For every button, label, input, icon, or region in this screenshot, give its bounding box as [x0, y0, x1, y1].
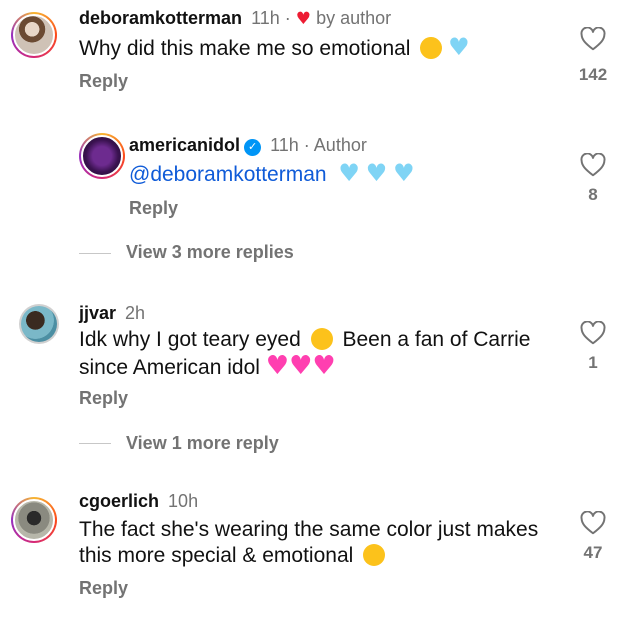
comment-text: The fact she's wearing the same color ju…	[79, 518, 539, 567]
red-heart-icon: ♥	[295, 9, 312, 29]
timestamp: 11h	[270, 135, 299, 155]
comment-deboramkotterman: deboramkotterman 11h · ♥ by author Why d…	[0, 0, 634, 100]
pleading-face-emoji-icon	[310, 328, 333, 350]
rofl-emoji-icon	[417, 33, 446, 63]
avatar[interactable]	[79, 133, 125, 179]
like-count: 142	[578, 65, 608, 84]
separator-dot: ·	[303, 135, 310, 155]
heart-outline-icon	[580, 153, 606, 177]
like-button[interactable]: 8	[569, 153, 617, 205]
like-button[interactable]: 47	[569, 511, 617, 563]
reply-button[interactable]: Reply	[79, 388, 128, 409]
view-more-replies-button[interactable]: View 1 more reply	[126, 433, 279, 454]
username[interactable]: americanidol	[129, 135, 240, 155]
comment-meta: jjvar 2h	[79, 303, 145, 324]
author-like-tag: by author	[316, 8, 392, 28]
verified-badge-icon: ✓	[244, 139, 262, 156]
light-blue-heart-icon: ♥	[393, 159, 415, 187]
comment-meta: americanidol ✓ 11h · Author	[129, 135, 367, 156]
reply-button[interactable]: Reply	[79, 578, 128, 599]
pink-heart-icon: ♥	[312, 351, 336, 381]
author-tag: Author	[313, 135, 367, 155]
avatar[interactable]	[11, 12, 57, 58]
pink-heart-icon: ♥	[265, 351, 290, 381]
username[interactable]: deboramkotterman	[79, 8, 242, 28]
timestamp: 2h	[125, 303, 146, 323]
pink-heart-icon: ♥	[289, 351, 313, 381]
like-count: 47	[583, 543, 603, 562]
crying-face-emoji-icon	[363, 544, 386, 566]
comment-text: @deboramkotterman ♥ ♥ ♥	[129, 160, 415, 188]
like-count: 1	[588, 353, 598, 372]
light-blue-heart-icon: ♥	[448, 33, 470, 61]
mention-link[interactable]: @deboramkotterman	[129, 163, 327, 186]
heart-outline-icon	[580, 27, 606, 51]
timestamp: 10h	[168, 491, 199, 511]
like-count: 8	[588, 185, 598, 204]
light-blue-heart-icon: ♥	[365, 159, 388, 187]
comment-text: Why did this make me so emotional ♥	[79, 33, 470, 63]
like-button[interactable]: 1	[569, 321, 617, 373]
comment-jjvar: jjvar 2h Idk why I got teary eyed Been a…	[0, 295, 634, 415]
light-blue-heart-icon: ♥	[338, 159, 360, 187]
avatar[interactable]	[19, 304, 59, 344]
view-more-replies-button[interactable]: View 3 more replies	[126, 242, 294, 263]
avatar[interactable]	[11, 497, 57, 543]
comment-cgoerlich: cgoerlich 10h The fact she's wearing the…	[0, 484, 634, 614]
reply-button[interactable]: Reply	[129, 198, 178, 219]
like-button[interactable]: 142	[569, 27, 617, 85]
username[interactable]: jjvar	[79, 303, 116, 323]
username[interactable]: cgoerlich	[79, 491, 159, 511]
separator-dot: ·	[284, 8, 291, 28]
view-more-line	[79, 253, 111, 254]
view-more-line	[79, 443, 111, 444]
comment-meta: cgoerlich 10h	[79, 491, 198, 512]
comment-meta: deboramkotterman 11h · ♥ by author	[79, 8, 391, 29]
heart-outline-icon	[580, 321, 606, 345]
timestamp: 11h	[251, 8, 280, 28]
comment-text: Idk why I got teary eyed Been a fan of C…	[79, 328, 531, 381]
heart-outline-icon	[580, 511, 606, 535]
reply-button[interactable]: Reply	[79, 71, 128, 92]
reply-americanidol: americanidol ✓ 11h · Author @deboramkotte…	[0, 125, 634, 225]
